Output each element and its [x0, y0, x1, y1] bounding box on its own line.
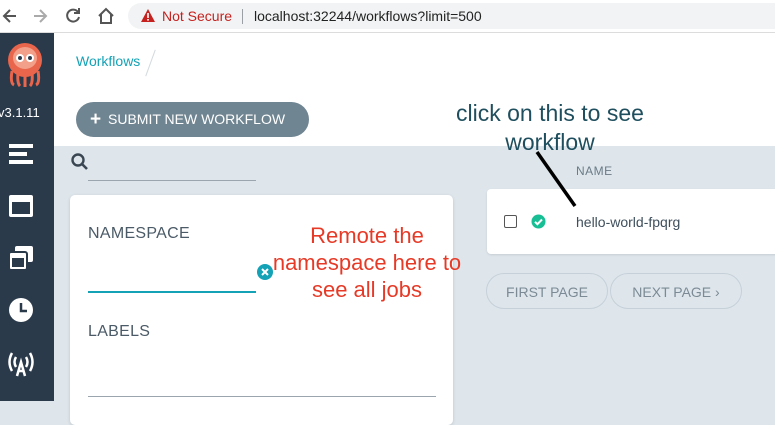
search-input[interactable]	[88, 180, 256, 181]
namespace-annotation: Remote the namespace here to see all job…	[272, 223, 462, 302]
labels-input[interactable]	[88, 396, 436, 397]
next-page-button[interactable]: NEXT PAGE ›	[610, 273, 742, 309]
table-row[interactable]: hello-world-fpqrg	[487, 189, 775, 254]
submit-new-workflow-button[interactable]: + SUBMIT NEW WORKFLOW	[76, 102, 309, 137]
top-bar: Workflows	[54, 33, 775, 91]
back-icon[interactable]	[0, 6, 20, 26]
version-label: v3.1.11	[0, 105, 40, 120]
warning-icon	[141, 9, 155, 22]
row-checkbox[interactable]	[504, 215, 517, 228]
first-page-button[interactable]: FIRST PAGE	[486, 273, 608, 309]
namespace-label: NAMESPACE	[88, 225, 190, 242]
url-divider	[242, 9, 243, 24]
workflow-templates-icon[interactable]	[6, 191, 36, 221]
workflow-annotation: click on this to see workflow	[456, 100, 644, 155]
argo-logo-icon[interactable]	[4, 41, 46, 87]
labels-label: LABELS	[88, 323, 151, 340]
submit-button-label: SUBMIT NEW WORKFLOW	[108, 111, 286, 127]
breadcrumb-separator	[145, 49, 156, 77]
workflows-icon[interactable]	[6, 139, 36, 169]
column-header-name[interactable]: NAME	[576, 164, 613, 178]
security-label: Not Secure	[162, 8, 233, 24]
sidebar: v3.1.11	[0, 33, 54, 401]
forward-icon[interactable]	[30, 6, 50, 26]
action-toolbar: + SUBMIT NEW WORKFLOW	[54, 90, 775, 146]
cluster-templates-icon[interactable]	[6, 243, 36, 273]
event-sources-icon[interactable]	[6, 347, 36, 377]
cron-workflows-icon[interactable]	[6, 295, 36, 325]
search-icon	[71, 153, 88, 170]
namespace-input[interactable]	[88, 291, 256, 293]
breadcrumb-workflows[interactable]: Workflows	[76, 53, 140, 69]
success-check-icon	[531, 214, 546, 229]
reload-icon[interactable]	[63, 6, 83, 26]
plus-icon: +	[90, 109, 102, 130]
workflow-name-link[interactable]: hello-world-fpqrg	[576, 214, 680, 230]
browser-toolbar: Not Secure localhost:32244/workflows?lim…	[0, 0, 775, 33]
url-text[interactable]: localhost:32244/workflows?limit=500	[254, 8, 482, 24]
home-icon[interactable]	[96, 6, 116, 26]
address-bar[interactable]: Not Secure localhost:32244/workflows?lim…	[128, 3, 775, 29]
